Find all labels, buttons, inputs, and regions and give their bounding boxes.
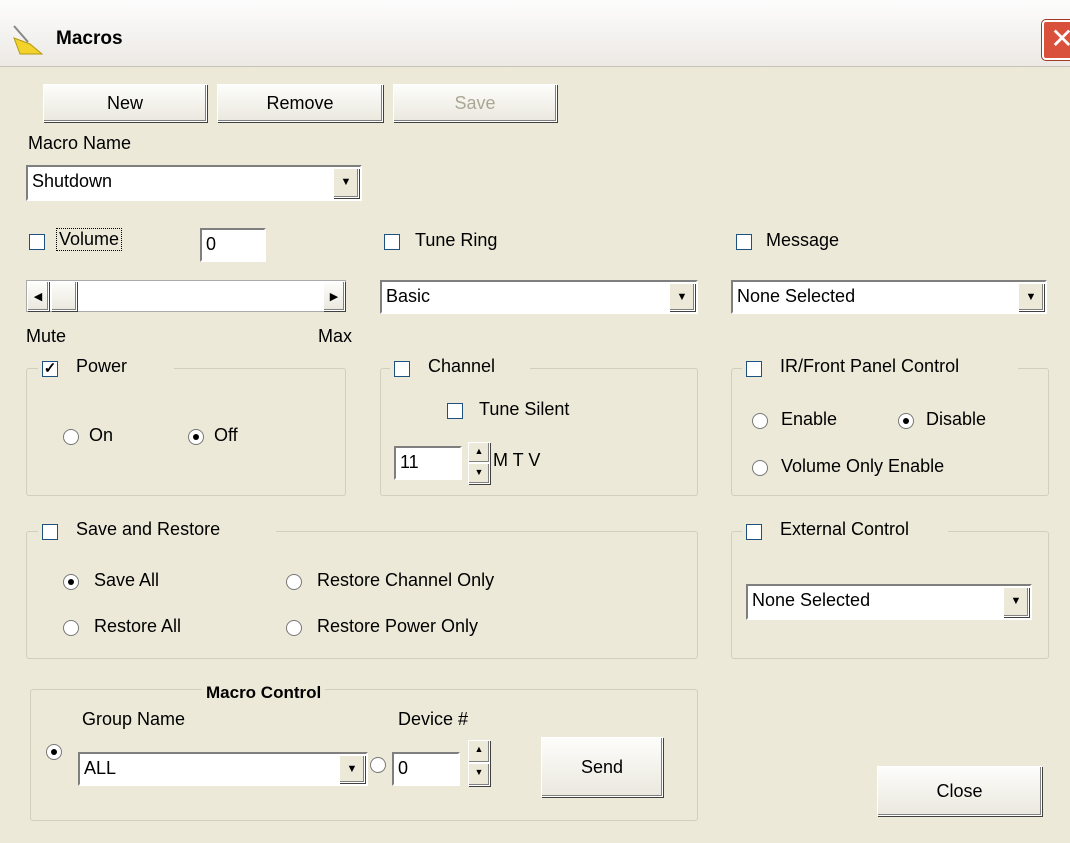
message-value: None Selected [737,286,856,306]
channel-name-label: M T V [493,450,541,470]
new-button[interactable]: New [43,84,207,122]
chevron-down-icon[interactable]: ▼ [339,755,365,783]
tune-ring-label: Tune Ring [415,230,498,250]
restore-power-radio[interactable] [286,620,302,636]
macro-name-value: Shutdown [32,171,113,191]
chevron-down-icon[interactable]: ▼ [669,283,695,311]
restore-power-label: Restore Power Only [317,616,479,636]
ir-disable-label: Disable [926,409,987,429]
macro-name-select[interactable]: Shutdown ▼ [26,165,362,201]
ir-panel-legend: IR/Front Panel Control [742,356,1018,380]
device-number-label: Device # [398,709,469,729]
ir-panel-checkbox[interactable] [746,361,762,377]
save-button[interactable]: Save [393,84,557,122]
device-number-radio[interactable] [370,757,386,773]
external-control-select[interactable]: None Selected ▼ [746,584,1032,620]
send-button[interactable]: Send [541,737,663,797]
window-title: Macros [56,28,123,49]
device-number-spinner[interactable]: ▲ ▼ [468,740,490,786]
volume-label: Volume [55,228,123,251]
group-name-select[interactable]: ALL ▼ [78,752,368,786]
scroll-left-icon[interactable]: ◀ [27,281,49,311]
macro-control-title: Macro Control [202,683,326,707]
volume-slider-thumb[interactable] [51,281,77,311]
scroll-right-icon[interactable]: ▶ [323,281,345,311]
close-window-icon[interactable]: ✕ [1042,20,1070,60]
macros-app-icon [13,25,44,55]
chevron-down-icon[interactable]: ▼ [1018,283,1044,311]
volume-value-field[interactable]: 0 [200,228,266,262]
ir-volume-only-radio[interactable] [752,460,768,476]
restore-all-label: Restore All [94,616,182,636]
save-all-label: Save All [94,570,160,590]
channel-number-field[interactable]: 11 [394,446,462,480]
channel-label: Channel [428,356,496,376]
message-checkbox[interactable] [736,234,752,250]
power-off-label: Off [214,425,238,445]
external-control-value: None Selected [752,590,871,610]
group-name-label: Group Name [82,709,186,729]
restore-all-radio[interactable] [63,620,79,636]
power-off-radio[interactable] [188,429,204,445]
tune-silent-checkbox[interactable] [447,403,463,419]
message-select[interactable]: None Selected ▼ [731,280,1047,314]
restore-channel-radio[interactable] [286,574,302,590]
tune-silent-label: Tune Silent [479,399,570,419]
power-legend: ✓ Power [38,356,174,380]
ir-volume-only-label: Volume Only Enable [781,456,945,476]
device-number-field[interactable]: 0 [392,752,460,786]
remove-button[interactable]: Remove [217,84,383,122]
save-restore-label: Save and Restore [76,519,221,539]
title-bar [0,0,1070,67]
tune-ring-select[interactable]: Basic ▼ [380,280,698,314]
close-button[interactable]: Close [877,766,1042,816]
channel-spinner[interactable]: ▲ ▼ [468,442,490,484]
spinner-up-icon[interactable]: ▲ [468,740,490,763]
spinner-up-icon[interactable]: ▲ [468,442,490,463]
restore-channel-label: Restore Channel Only [317,570,495,590]
external-control-legend: External Control [742,519,948,543]
save-all-radio[interactable] [63,574,79,590]
macro-name-label: Macro Name [28,133,132,153]
save-restore-legend: Save and Restore [38,519,276,543]
tune-ring-value: Basic [386,286,431,306]
channel-legend: Channel [390,356,530,380]
save-restore-checkbox[interactable] [42,524,58,540]
volume-scrollbar[interactable]: ◀ ▶ [26,280,346,312]
tune-ring-checkbox[interactable] [384,234,400,250]
external-control-checkbox[interactable] [746,524,762,540]
spinner-down-icon[interactable]: ▼ [468,763,490,786]
save-restore-group [26,531,698,659]
power-on-radio[interactable] [63,429,79,445]
volume-checkbox[interactable] [29,234,45,250]
ir-disable-radio[interactable] [898,413,914,429]
volume-max-label: Max [318,326,353,346]
power-label: Power [76,356,128,376]
channel-checkbox[interactable] [394,361,410,377]
spinner-down-icon[interactable]: ▼ [468,463,490,484]
chevron-down-icon[interactable]: ▼ [333,168,359,198]
volume-min-label: Mute [26,326,67,346]
chevron-down-icon[interactable]: ▼ [1003,587,1029,617]
message-label: Message [766,230,840,250]
external-control-label: External Control [780,519,910,539]
ir-panel-label: IR/Front Panel Control [780,356,960,376]
group-name-value: ALL [84,758,117,778]
power-on-label: On [89,425,114,445]
ir-enable-label: Enable [781,409,838,429]
power-checkbox[interactable]: ✓ [42,361,58,377]
ir-enable-radio[interactable] [752,413,768,429]
group-name-radio[interactable] [46,744,62,760]
